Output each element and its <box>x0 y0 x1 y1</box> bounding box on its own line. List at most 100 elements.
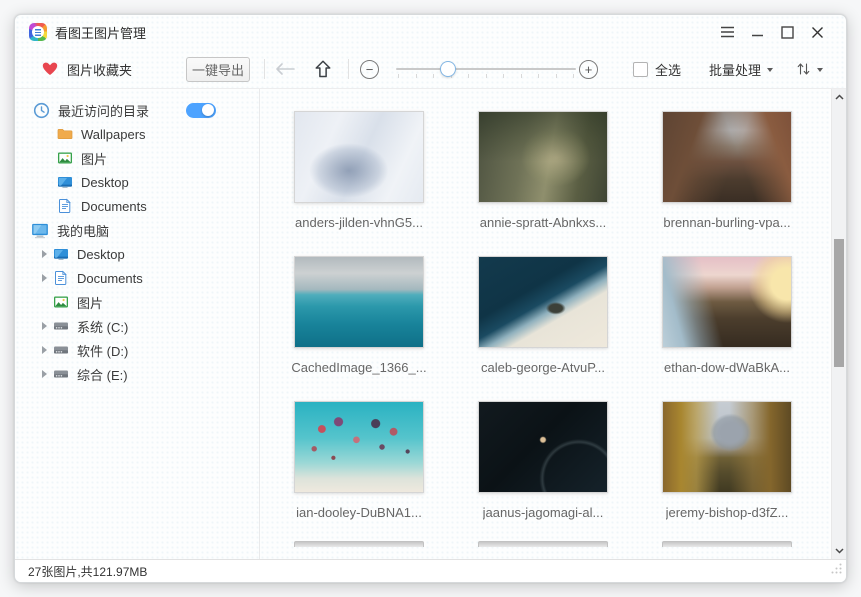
image-filename: CachedImage_1366_... <box>291 360 426 375</box>
document-icon <box>57 198 73 214</box>
zoom-slider[interactable] <box>396 49 576 89</box>
sidebar-item-label: Documents <box>81 199 147 214</box>
minimize-icon[interactable] <box>742 19 772 45</box>
image-thumbnail[interactable] <box>294 401 424 493</box>
sort-dropdown[interactable] <box>796 49 823 89</box>
image-filename: ethan-dow-dWaBkA... <box>664 360 790 375</box>
image-item[interactable]: ian-dooley-DuBNA1... <box>294 401 478 546</box>
image-thumbnail[interactable] <box>294 111 424 203</box>
vertical-scrollbar[interactable] <box>831 89 846 559</box>
clock-icon <box>33 102 50 119</box>
document-icon <box>53 270 69 286</box>
sidebar: 最近访问的目录 Wallpapers 图片 Desktop <box>15 89 260 559</box>
sidebar-item-drive-c[interactable]: 系统 (C:) <box>15 314 259 338</box>
up-arrow-icon <box>313 59 333 79</box>
window-title: 看图王图片管理 <box>55 23 146 42</box>
export-button[interactable]: 一键导出 <box>186 57 250 82</box>
image-filename: jaanus-jagomagi-al... <box>483 505 604 520</box>
sidebar-item-drive-d[interactable]: 软件 (D:) <box>15 338 259 362</box>
image-item[interactable]: caleb-george-AtvuP... <box>478 256 662 401</box>
scroll-up-icon[interactable] <box>832 90 847 104</box>
select-all-checkbox[interactable] <box>633 62 648 77</box>
app-logo-icon <box>29 23 47 41</box>
picture-icon <box>53 294 69 310</box>
image-thumbnail[interactable] <box>662 256 792 348</box>
sidebar-computer-header[interactable]: 我的电脑 <box>15 218 259 242</box>
thumbnail-grid: anders-jilden-vhnG5... annie-spratt-Abnk… <box>294 111 846 546</box>
drive-icon <box>53 318 69 334</box>
sidebar-recent-header[interactable]: 最近访问的目录 <box>15 98 259 122</box>
sidebar-item-label: Wallpapers <box>81 127 146 142</box>
sidebar-item-label: 图片 <box>81 149 107 168</box>
resize-grip-icon[interactable] <box>831 561 842 579</box>
thumbnail-partial[interactable] <box>478 541 608 547</box>
sidebar-item-label: 综合 (E:) <box>77 365 128 384</box>
up-directory-button[interactable] <box>310 49 336 89</box>
chevron-right-icon[interactable] <box>42 370 47 378</box>
drive-icon <box>53 366 69 382</box>
monitor-icon <box>57 174 73 190</box>
select-all-label: 全选 <box>655 60 681 79</box>
status-bar: 27张图片,共121.97MB <box>15 559 846 582</box>
chevron-right-icon[interactable] <box>42 322 47 330</box>
thumbnail-partial[interactable] <box>294 541 424 547</box>
sidebar-item-label: 软件 (D:) <box>77 341 128 360</box>
image-thumbnail[interactable] <box>662 401 792 493</box>
image-filename: ian-dooley-DuBNA1... <box>296 505 422 520</box>
sidebar-item-pictures[interactable]: 图片 <box>15 290 259 314</box>
thumbnail-partial[interactable] <box>662 541 792 547</box>
zoom-slider-track[interactable] <box>396 68 576 70</box>
image-item[interactable]: jaanus-jagomagi-al... <box>478 401 662 546</box>
picture-icon <box>57 150 73 166</box>
chevron-right-icon[interactable] <box>42 274 47 282</box>
image-item[interactable]: jeremy-bishop-d3fZ... <box>662 401 846 546</box>
sidebar-item-label: Desktop <box>77 247 125 262</box>
image-thumbnail[interactable] <box>478 401 608 493</box>
sidebar-computer-label: 我的电脑 <box>57 221 109 240</box>
sidebar-item-desktop[interactable]: Desktop <box>15 242 259 266</box>
sidebar-item-documents[interactable]: Documents <box>15 266 259 290</box>
batch-process-label: 批量处理 <box>709 60 761 79</box>
zoom-in-button[interactable]: + <box>579 60 598 79</box>
batch-process-dropdown[interactable]: 批量处理 <box>709 49 773 89</box>
image-filename: anders-jilden-vhnG5... <box>295 215 423 230</box>
scroll-down-icon[interactable] <box>832 544 847 558</box>
image-item[interactable]: annie-spratt-Abnkxs... <box>478 111 662 256</box>
image-item[interactable]: brennan-burling-vpa... <box>662 111 846 256</box>
sidebar-item-drive-e[interactable]: 综合 (E:) <box>15 362 259 386</box>
close-icon[interactable] <box>802 19 832 45</box>
toolbar-separator <box>348 59 349 79</box>
sidebar-item-pictures-recent[interactable]: 图片 <box>15 146 259 170</box>
chevron-right-icon[interactable] <box>42 250 47 258</box>
image-item[interactable]: CachedImage_1366_... <box>294 256 478 401</box>
select-all-control[interactable]: 全选 <box>633 49 681 89</box>
back-button[interactable] <box>272 49 298 89</box>
toolbar: 图片收藏夹 一键导出 − + 全选 批量处理 <box>15 49 846 89</box>
image-thumbnail[interactable] <box>478 111 608 203</box>
zoom-out-button[interactable]: − <box>360 60 379 79</box>
image-thumbnail[interactable] <box>478 256 608 348</box>
back-arrow-icon <box>274 62 296 76</box>
export-button-label: 一键导出 <box>192 60 244 79</box>
image-item[interactable]: ethan-dow-dWaBkA... <box>662 256 846 401</box>
chevron-right-icon[interactable] <box>42 346 47 354</box>
image-thumbnail[interactable] <box>662 111 792 203</box>
sidebar-item-label: Documents <box>77 271 143 286</box>
favorites-button[interactable]: 图片收藏夹 <box>41 49 132 89</box>
sidebar-item-desktop-recent[interactable]: Desktop <box>15 170 259 194</box>
folder-icon <box>57 126 73 142</box>
maximize-icon[interactable] <box>772 19 802 45</box>
computer-icon <box>31 221 49 239</box>
image-item[interactable]: anders-jilden-vhnG5... <box>294 111 478 256</box>
image-filename: caleb-george-AtvuP... <box>481 360 605 375</box>
menu-icon[interactable] <box>712 19 742 45</box>
favorites-label: 图片收藏夹 <box>67 60 132 79</box>
thumbnail-area: anders-jilden-vhnG5... annie-spratt-Abnk… <box>260 89 846 559</box>
drive-icon <box>53 342 69 358</box>
sidebar-item-wallpapers[interactable]: Wallpapers <box>15 122 259 146</box>
scrollbar-thumb[interactable] <box>834 239 844 367</box>
sidebar-item-documents-recent[interactable]: Documents <box>15 194 259 218</box>
monitor-icon <box>53 246 69 262</box>
image-thumbnail[interactable] <box>294 256 424 348</box>
recent-toggle[interactable] <box>186 103 216 118</box>
